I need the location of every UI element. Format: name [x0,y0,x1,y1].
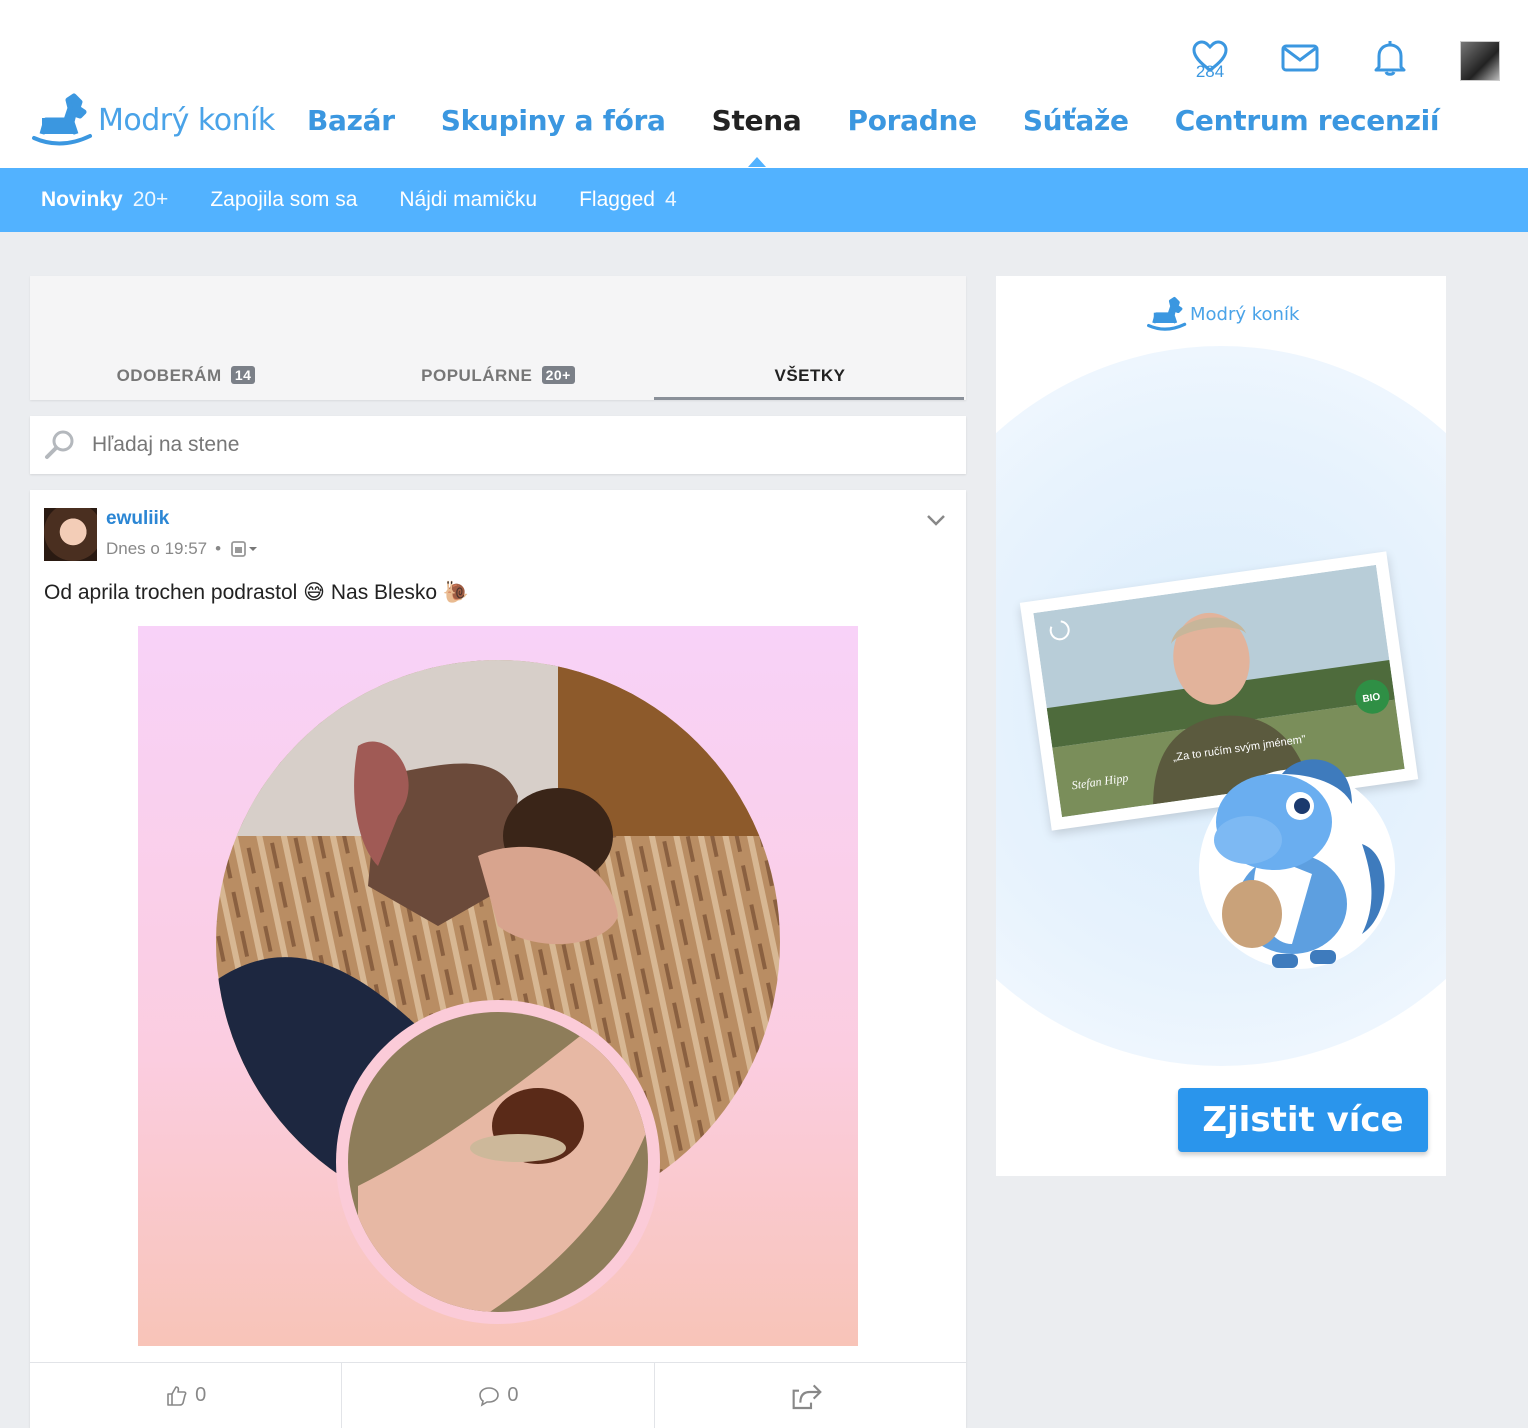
messages-button[interactable] [1280,40,1320,82]
comment-icon [479,1386,500,1407]
heart-count: 284 [1195,62,1225,81]
nav-stena[interactable]: Stena [712,104,802,167]
like-button[interactable]: 0 [30,1363,343,1428]
post-author-avatar[interactable] [44,508,97,561]
ad-logo-text: Modrý koník [1190,303,1300,325]
search-input[interactable] [92,433,892,457]
share-icon [792,1384,823,1409]
logo-text: Modrý koník [98,102,275,138]
subnav-flagged[interactable]: Flagged 4 [579,188,677,212]
mascot-horse-icon [1199,759,1395,969]
comment-button[interactable]: 0 [342,1363,655,1428]
post-time: Dnes o 19:57 [106,539,208,558]
subnav-label: Novinky [41,188,123,211]
thumbs-up-icon [167,1385,187,1406]
tab-vsetky[interactable]: VŠETKY [654,356,966,400]
notifications-button[interactable] [1370,40,1410,82]
subnav-label: Flagged [579,188,655,211]
search-icon [45,430,74,459]
subnav-najdi-mamicku[interactable]: Nájdi mamičku [399,188,537,212]
post-actions: 0 0 [30,1362,966,1428]
nav-centrum-recenzii[interactable]: Centrum recenzií [1175,104,1440,137]
top-icons: 284 [1140,40,1500,82]
tab-label: ODOBERÁM [116,366,222,385]
bell-icon [1374,41,1406,76]
ad-logo: Modrý koník [1144,296,1299,332]
comment-count: 0 [507,1384,519,1406]
rocking-horse-icon [1147,296,1187,331]
nav-bazar[interactable]: Bazár [307,104,395,137]
subnav-novinky[interactable]: Novinky 20+ [41,188,168,212]
post-image[interactable] [138,626,858,1346]
nav-poradne[interactable]: Poradne [847,104,977,137]
post-text: Od aprila trochen podrastol 😅 Nas Blesko… [44,581,470,604]
nav-skupiny-a-fora[interactable]: Skupiny a fóra [441,104,666,137]
nav-sutaze[interactable]: Súťaže [1023,104,1129,137]
subnav-label: Zapojila som sa [210,188,358,211]
wall-search [30,416,966,474]
subnav-count: 20+ [132,188,169,211]
feed-tabs-card: ODOBERÁM 14 POPULÁRNE 20+ VŠETKY [30,276,966,400]
post-card: ewuliik Dnes o 19:57 • Od aprila trochen… [30,490,966,1428]
avatar[interactable] [1460,41,1500,81]
tab-badge: 14 [230,366,256,384]
post-meta: Dnes o 19:57 • [106,539,259,559]
tab-popularne[interactable]: POPULÁRNE 20+ [342,356,654,400]
tab-label: POPULÁRNE [421,366,533,385]
mail-icon [1281,44,1319,72]
feed-tabs: ODOBERÁM 14 POPULÁRNE 20+ VŠETKY [30,356,966,400]
favorites-button[interactable]: 284 [1190,40,1230,82]
advertisement[interactable]: Modrý koník BIO „Za to ručím svým jménem… [996,276,1446,1176]
share-button[interactable] [655,1363,966,1428]
subnav-zapojila-som-sa[interactable]: Zapojila som sa [210,188,357,212]
meta-separator: • [215,539,222,558]
tab-label: VŠETKY [774,366,846,385]
site-header: Modrý koník Bazár Skupiny a fóra Stena P… [0,0,1528,168]
chevron-down-icon[interactable] [924,508,948,532]
site-logo[interactable]: Modrý koník [28,92,275,148]
rocking-horse-icon [32,93,92,146]
main-nav: Bazár Skupiny a fóra Stena Poradne Súťaž… [307,104,1485,167]
like-count: 0 [195,1384,207,1406]
ad-cta-button[interactable]: Zjistit více [1178,1088,1428,1152]
privacy-lock-icon[interactable] [229,540,259,558]
tab-odoberam[interactable]: ODOBERÁM 14 [30,356,342,400]
tab-badge: 20+ [541,366,575,384]
post-author-name[interactable]: ewuliik [106,508,169,530]
subnav-count: 4 [664,188,677,211]
sub-nav: Novinky 20+ Zapojila som sa Nájdi mamičku… [0,168,1528,232]
subnav-label: Nájdi mamičku [399,188,538,211]
